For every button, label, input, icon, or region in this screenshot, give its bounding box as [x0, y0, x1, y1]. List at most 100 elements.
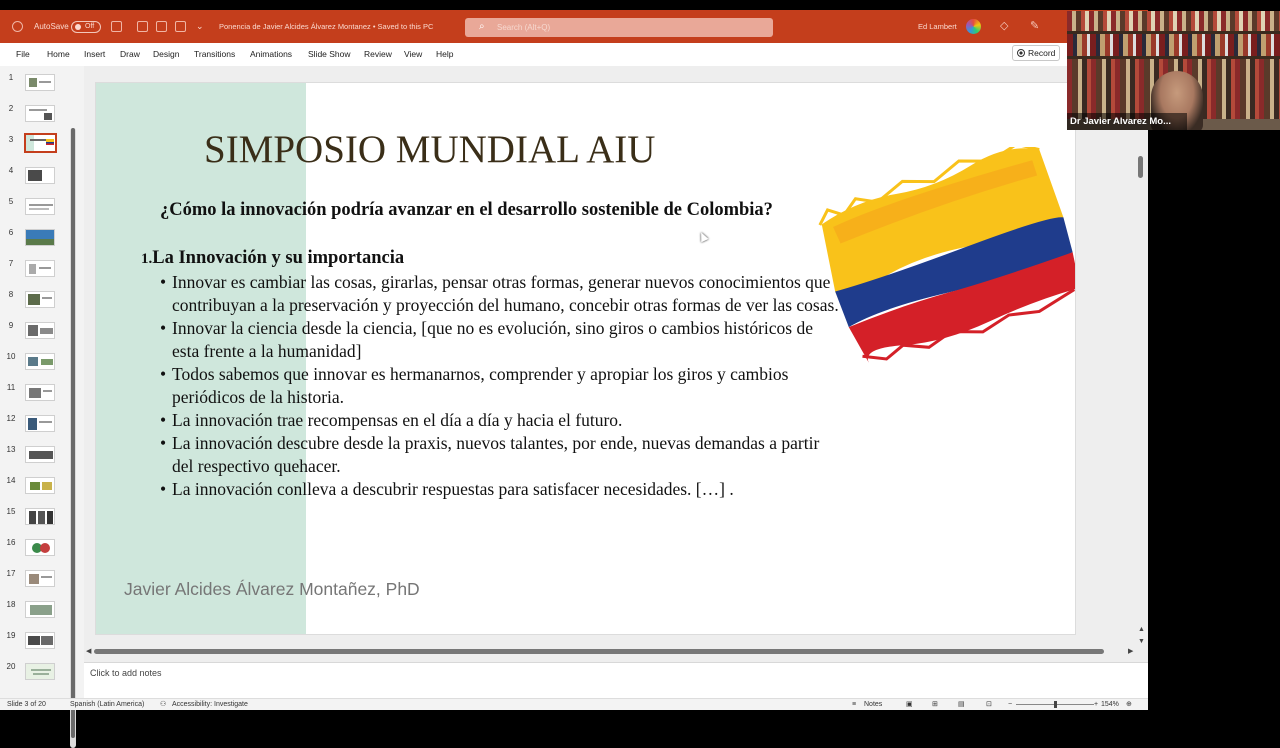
status-bar: Slide 3 of 20 Spanish (Latin America) ⚇ …: [0, 698, 1148, 710]
slide-thumbnail-7[interactable]: [25, 260, 55, 277]
slide-thumbnail-10[interactable]: [25, 353, 55, 370]
new-slide-icon[interactable]: [137, 21, 148, 32]
scroll-up-icon[interactable]: ▲: [1138, 626, 1145, 633]
zoom-in-icon[interactable]: +: [1094, 699, 1098, 710]
autosave-state: Off: [85, 23, 95, 30]
notes-toggle[interactable]: Notes: [864, 699, 882, 710]
user-name[interactable]: Ed Lambert: [918, 10, 957, 43]
slide-thumbnail-11[interactable]: [25, 384, 55, 401]
slide-thumbnail-pane: 1 2 3 4 5 6 7 8 9 10 11 12 13 14 15 16 1…: [0, 66, 84, 748]
slide-thumbnail-13[interactable]: [25, 446, 55, 463]
document-title[interactable]: Ponencia de Javier Alcides Álvarez Monta…: [219, 10, 433, 43]
customize-toolbar-icon[interactable]: ⌄: [196, 10, 204, 43]
thumb-number: 8: [8, 290, 14, 299]
bullet-item: Todos sabemos que innovar es hermanarnos…: [160, 363, 840, 409]
section-heading[interactable]: 1.La Innovación y su importancia: [141, 248, 404, 269]
horizontal-scroll-thumb[interactable]: [94, 649, 1104, 654]
thumbnail-scroll-thumb[interactable]: [71, 128, 75, 738]
thumb-number: 7: [8, 259, 14, 268]
autosave-label: AutoSave: [34, 22, 69, 31]
slide-thumbnail-20[interactable]: [25, 663, 55, 680]
slide-thumbnail-16[interactable]: [25, 539, 55, 556]
pen-icon[interactable]: ✎: [1030, 10, 1039, 43]
slide-thumbnail-17[interactable]: [25, 570, 55, 587]
tab-design[interactable]: Design: [153, 43, 179, 65]
slide-thumbnail-1[interactable]: [25, 74, 55, 91]
slide-title[interactable]: SIMPOSIO MUNDIAL AIU: [204, 127, 655, 172]
search-box[interactable]: ⌕ Search (Alt+Q): [465, 18, 773, 37]
slide-thumbnail-15[interactable]: [25, 508, 55, 525]
author-name[interactable]: Javier Alcides Álvarez Montañez, PhD: [124, 579, 420, 600]
accessibility-icon[interactable]: ⚇: [160, 699, 166, 710]
record-label: Record: [1028, 48, 1056, 58]
notes-pane[interactable]: Click to add notes: [84, 662, 1148, 698]
slide-vertical-scroll-thumb[interactable]: [1138, 156, 1143, 178]
copy-icon[interactable]: [156, 21, 167, 32]
slide-canvas[interactable]: SIMPOSIO MUNDIAL AIU ¿Cómo la innovación…: [95, 82, 1076, 635]
slide-thumbnail-19[interactable]: [25, 632, 55, 649]
record-icon: [1017, 49, 1025, 57]
thumb-number: 10: [6, 352, 16, 361]
colombia-flag-image[interactable]: [818, 147, 1076, 367]
slide-thumbnail-3[interactable]: [24, 133, 57, 153]
slide-thumbnail-2[interactable]: [25, 105, 55, 122]
bullet-item: La innovación trae recompensas en el día…: [160, 409, 840, 432]
thumb-number: 9: [8, 321, 14, 330]
bookshelf-row: [1067, 34, 1280, 56]
record-button[interactable]: Record: [1012, 45, 1060, 61]
tab-home[interactable]: Home: [47, 43, 70, 65]
slide-thumbnail-14[interactable]: [25, 477, 55, 494]
thumb-number: 18: [6, 600, 16, 609]
tab-insert[interactable]: Insert: [84, 43, 105, 65]
slide-thumbnail-12[interactable]: [25, 415, 55, 432]
slide-thumbnail-6[interactable]: [25, 229, 55, 246]
slideshow-view-icon[interactable]: ⊡: [986, 699, 992, 710]
slide-question[interactable]: ¿Cómo la innovación podría avanzar en el…: [160, 200, 773, 221]
reading-view-icon[interactable]: ▤: [958, 699, 965, 710]
zoom-slider[interactable]: [1016, 701, 1094, 708]
zoom-out-icon[interactable]: −: [1008, 699, 1012, 710]
scroll-right-icon[interactable]: ▶: [1128, 647, 1133, 655]
slide-thumbnail-18[interactable]: [25, 601, 55, 618]
thumb-number: 3: [8, 135, 14, 144]
notes-placeholder: Click to add notes: [90, 668, 162, 678]
tab-animations[interactable]: Animations: [250, 43, 292, 65]
slide-thumbnail-9[interactable]: [25, 322, 55, 339]
tab-review[interactable]: Review: [364, 43, 392, 65]
thumb-number: 14: [6, 476, 16, 485]
accessibility-status[interactable]: Accessibility: Investigate: [172, 699, 248, 710]
title-bar: AutoSave Off ⌄ Ponencia de Javier Alcide…: [0, 10, 1148, 43]
thumb-number: 4: [8, 166, 14, 175]
search-placeholder: Search (Alt+Q): [497, 23, 551, 32]
diamond-icon[interactable]: ◇: [1000, 10, 1008, 43]
normal-view-icon[interactable]: ▣: [906, 699, 913, 710]
tab-view[interactable]: View: [404, 43, 422, 65]
notes-icon[interactable]: ≡: [852, 699, 856, 710]
slide-sorter-icon[interactable]: ⊞: [932, 699, 938, 710]
thumb-number: 5: [8, 197, 14, 206]
tab-slide-show[interactable]: Slide Show: [308, 43, 351, 65]
thumb-number: 17: [6, 569, 16, 578]
thumb-number: 12: [6, 414, 16, 423]
language-indicator[interactable]: Spanish (Latin America): [70, 699, 144, 710]
zoom-level[interactable]: 154%: [1101, 699, 1119, 710]
slide-thumbnail-4[interactable]: [25, 167, 55, 184]
fit-to-window-icon[interactable]: ⊕: [1126, 699, 1132, 710]
tab-file[interactable]: File: [16, 43, 30, 65]
search-icon: ⌕: [479, 21, 485, 32]
scroll-down-icon[interactable]: ▼: [1138, 638, 1145, 645]
tab-help[interactable]: Help: [436, 43, 453, 65]
slide-horizontal-scrollbar[interactable]: ◀ ▶: [84, 646, 1148, 656]
bullet-list[interactable]: Innovar es cambiar las cosas, girarlas, …: [160, 271, 840, 501]
bullet-item: La innovación conlleva a descubrir respu…: [160, 478, 840, 501]
slide-thumbnail-5[interactable]: [25, 198, 55, 215]
tab-transitions[interactable]: Transitions: [194, 43, 235, 65]
tab-draw[interactable]: Draw: [120, 43, 140, 65]
user-avatar[interactable]: [966, 19, 981, 34]
present-icon[interactable]: [175, 21, 186, 32]
scroll-left-icon[interactable]: ◀: [86, 647, 91, 655]
thumbnail-scrollbar[interactable]: [70, 128, 76, 748]
autosave-toggle[interactable]: Off: [71, 21, 101, 33]
slide-thumbnail-8[interactable]: [25, 291, 55, 308]
save-icon[interactable]: [111, 21, 122, 32]
